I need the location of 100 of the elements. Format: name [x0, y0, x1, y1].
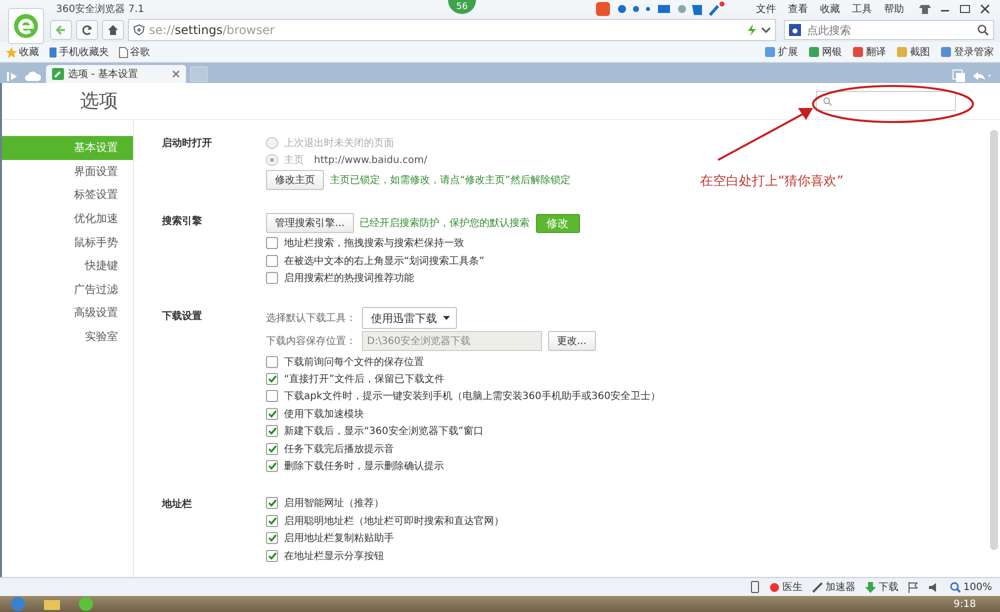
shield-icon — [133, 24, 145, 36]
checkbox-label: 启用聪明地址栏（地址栏可即时搜索和直达官网） — [284, 514, 504, 528]
download-tool-dropdown[interactable]: 使用迅雷下载 — [362, 307, 457, 330]
browser-logo[interactable] — [8, 8, 44, 44]
checkbox-label: 删除下载任务时，显示删除确认提示 — [284, 460, 444, 473]
change-button[interactable]: 更改... — [548, 331, 596, 352]
star-icon — [6, 46, 17, 58]
sidebar-item[interactable]: 快捷键 — [2, 254, 133, 278]
extension-icon — [808, 46, 820, 58]
bookmark-item[interactable]: 收藏 — [6, 45, 39, 59]
checkmark-icon — [267, 533, 277, 544]
status-note: 主页已锁定，如需修改，请点“修改主页”然后解除锁定 — [330, 174, 570, 188]
search-icon[interactable] — [977, 24, 989, 36]
sidebar-item[interactable]: 优化加速 — [2, 206, 133, 230]
status-note: 已经开启搜索防护，保护您的默认搜索 — [360, 216, 530, 230]
section-title: 搜索引擎 — [162, 216, 202, 227]
phone-icon[interactable] — [751, 581, 760, 593]
browser-tab[interactable]: 选项 - 基本设置 — [46, 65, 186, 83]
checkbox[interactable] — [266, 550, 278, 562]
lightning-icon — [747, 24, 757, 36]
settings-search-field[interactable] — [816, 91, 956, 111]
radio-label: 上次退出时未关闭的页面 — [284, 136, 394, 150]
extension-button[interactable]: 扩展 — [764, 45, 798, 59]
menu-item[interactable]: 查看 — [788, 2, 808, 16]
radio-label: 主页 — [284, 154, 304, 168]
extension-button[interactable]: 截图 — [896, 45, 930, 59]
checkmark-icon — [267, 408, 277, 419]
checkbox[interactable] — [266, 442, 278, 455]
bookmark-item[interactable]: 谷歌 — [119, 45, 150, 59]
extension-button[interactable]: 登录管家 — [940, 45, 994, 59]
paw-icon — [789, 24, 803, 36]
extension-icon — [940, 46, 952, 58]
skin-icon[interactable] — [916, 2, 934, 16]
checkbox[interactable] — [266, 425, 278, 438]
status-icon — [812, 582, 824, 592]
checkbox[interactable] — [266, 373, 278, 386]
checkbox-label: “直接打开”文件后，保留已下载文件 — [284, 372, 444, 386]
checkbox[interactable] — [266, 237, 278, 250]
sidebar-item[interactable]: 标签设置 — [2, 183, 133, 207]
search-box[interactable]: 点此搜索 — [784, 20, 994, 40]
menu-item[interactable]: 帮助 — [884, 2, 904, 16]
menu-item[interactable]: 收藏 — [820, 2, 840, 16]
home-button[interactable] — [102, 20, 124, 40]
checkmark-icon — [267, 516, 277, 526]
back-arrow-icon — [55, 24, 67, 36]
checkbox[interactable] — [266, 390, 278, 402]
address-bar[interactable]: se://settings/browser — [128, 19, 776, 41]
zoom-level[interactable]: 100% — [950, 582, 992, 592]
extension-icon — [852, 46, 864, 58]
refresh-button[interactable] — [76, 20, 98, 40]
page-icon — [119, 46, 128, 58]
checkbox-label: 使用下载加速模块 — [284, 408, 364, 421]
search-field[interactable]: 点此搜索 — [807, 24, 973, 36]
magnifier-icon — [950, 582, 962, 592]
bookmark-item[interactable]: 手机收藏夹 — [49, 45, 109, 59]
checkbox-label: 在被选中文本的右上角显示“划词搜索工具条” — [284, 254, 484, 268]
checkbox[interactable] — [266, 497, 278, 510]
sidebar-item[interactable]: 广告过滤 — [2, 278, 133, 302]
menu-item[interactable]: 文件 — [756, 2, 776, 16]
checkbox-label: 下载apk文件时，提示一键安装到手机（电脑上需安装360手机助手或360安全卫士） — [284, 390, 660, 404]
checkbox[interactable] — [266, 408, 278, 420]
sidebar-item[interactable]: 界面设置 — [2, 160, 133, 184]
checkbox[interactable] — [266, 272, 278, 284]
checkbox-label: 启用智能网址（推荐） — [284, 496, 384, 510]
status-item[interactable]: 加速器 — [812, 580, 856, 594]
field-label: 下载内容保存位置： — [266, 334, 356, 348]
sidebar-item[interactable]: 高级设置 — [2, 301, 133, 325]
status-item[interactable]: 医生 — [769, 580, 802, 594]
checkbox-label: 新建下载后，显示“360安全浏览器下载”窗口 — [284, 424, 484, 438]
checkbox[interactable] — [266, 460, 278, 472]
status-icon — [865, 582, 876, 592]
checkbox-label: 启用搜索栏的热搜词推荐功能 — [284, 272, 414, 286]
checkbox-label: 任务下载完后播放提示音 — [284, 442, 394, 456]
extension-button[interactable]: 翻译 — [852, 45, 886, 59]
clock: 9:18 — [954, 598, 976, 610]
caret-icon — [443, 316, 450, 320]
checkbox[interactable] — [266, 514, 278, 527]
flag-icon[interactable] — [908, 582, 918, 592]
page-title: 选项 — [80, 89, 118, 114]
checkmark-icon — [267, 374, 277, 384]
close-icon[interactable] — [172, 70, 180, 78]
annotation-text: 在空白处打上“猜你喜欢” — [700, 173, 844, 190]
checkbox[interactable] — [266, 254, 278, 267]
checkbox[interactable] — [266, 356, 278, 368]
settings-button[interactable]: 修改主页 — [266, 170, 324, 190]
extension-icon — [896, 46, 908, 58]
checkbox[interactable] — [266, 532, 278, 544]
settings-button[interactable]: 管理搜索引擎... — [266, 213, 354, 234]
checkbox-label: 下载前询问每个文件的保存位置 — [284, 356, 424, 369]
status-item[interactable]: 下载 — [865, 580, 898, 594]
homepage-url: http://www.baidu.com/ — [314, 154, 428, 166]
menu-item[interactable]: 工具 — [852, 2, 872, 16]
search-icon — [823, 96, 832, 106]
extension-button[interactable]: 网银 — [808, 45, 842, 59]
scrollbar[interactable] — [990, 130, 998, 550]
refresh-icon — [81, 24, 93, 36]
sidebar-item[interactable]: 鼠标手势 — [2, 230, 133, 254]
sidebar-item[interactable]: 实验室 — [2, 324, 133, 348]
checkmark-icon — [267, 550, 277, 561]
phone-icon — [49, 46, 57, 58]
